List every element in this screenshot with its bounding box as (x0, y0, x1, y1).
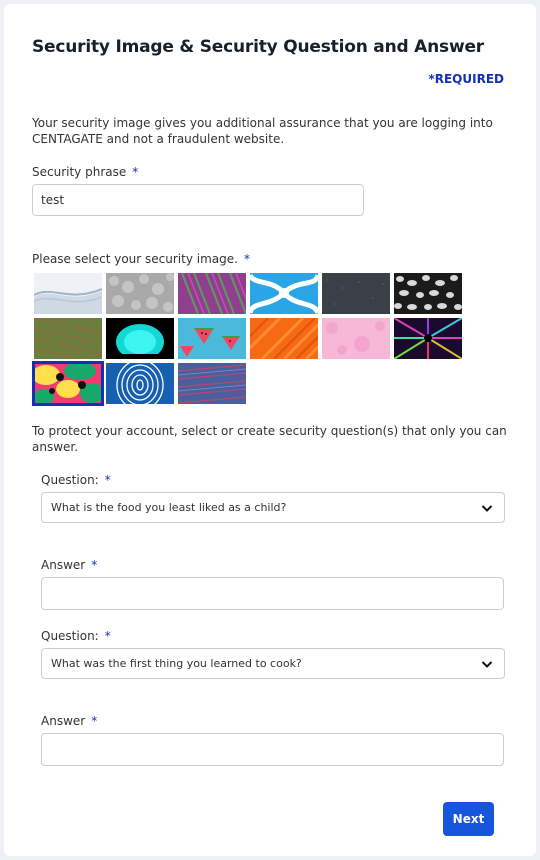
security-image-colorful-blobs[interactable] (32, 361, 104, 406)
required-asterisk: * (91, 714, 98, 728)
page-title: Security Image & Security Question and A… (32, 37, 484, 57)
question-1-select[interactable]: What is the food you least liked as a ch… (41, 492, 505, 523)
security-image-dark-grey-texture[interactable] (322, 273, 390, 314)
answer-2-input[interactable] (41, 733, 504, 766)
chevron-down-icon (481, 660, 493, 668)
chevron-down-icon (481, 504, 493, 512)
question-1-selected-option: What is the food you least liked as a ch… (51, 501, 287, 514)
next-button[interactable]: Next (443, 802, 494, 836)
security-image-purple-green-stripes[interactable] (178, 273, 246, 314)
security-image-intro: Your security image gives you additional… (32, 116, 493, 146)
security-image-watermelon[interactable] (178, 318, 246, 359)
security-image-label-text: Please select your security image. (32, 252, 238, 266)
security-image-green-brown-grass[interactable] (34, 318, 102, 359)
security-image-blue-red-lines[interactable] (178, 363, 246, 404)
security-image-neon-tunnel[interactable] (394, 318, 462, 359)
security-image-grey-stone[interactable] (106, 273, 174, 314)
question-1-label-text: Question: (41, 473, 99, 487)
question-2-select[interactable]: What was the first thing you learned to … (41, 648, 505, 679)
question-1-label: Question: * (41, 473, 111, 487)
security-image-orange-stripes[interactable] (250, 318, 318, 359)
security-question-intro: To protect your account, select or creat… (32, 424, 507, 454)
question-2-label: Question: * (41, 629, 111, 643)
security-form-card: Security Image & Security Question and A… (4, 4, 536, 856)
security-phrase-input[interactable] (32, 184, 364, 216)
security-phrase-label-text: Security phrase (32, 165, 127, 179)
answer-2-label-text: Answer (41, 714, 86, 728)
security-image-blue-swirl[interactable] (250, 273, 318, 314)
answer-1-input[interactable] (41, 577, 504, 610)
answer-1-label-text: Answer (41, 558, 86, 572)
required-asterisk: * (91, 558, 98, 572)
security-image-wave-white[interactable] (34, 273, 102, 314)
required-asterisk: * (243, 252, 250, 266)
security-image-fingerprint[interactable] (106, 363, 174, 404)
answer-2-label: Answer * (41, 714, 97, 728)
security-image-leopard-print[interactable] (394, 273, 462, 314)
security-image-cyan-glow[interactable] (106, 318, 174, 359)
required-asterisk: * (104, 629, 111, 643)
question-2-selected-option: What was the first thing you learned to … (51, 657, 302, 670)
security-image-pink-texture[interactable] (322, 318, 390, 359)
required-asterisk: * (104, 473, 111, 487)
required-asterisk: * (132, 165, 139, 179)
required-note: *REQUIRED (428, 72, 504, 86)
question-2-label-text: Question: (41, 629, 99, 643)
answer-1-label: Answer * (41, 558, 97, 572)
security-image-label: Please select your security image. * (32, 252, 250, 266)
security-phrase-label: Security phrase * (32, 165, 138, 179)
